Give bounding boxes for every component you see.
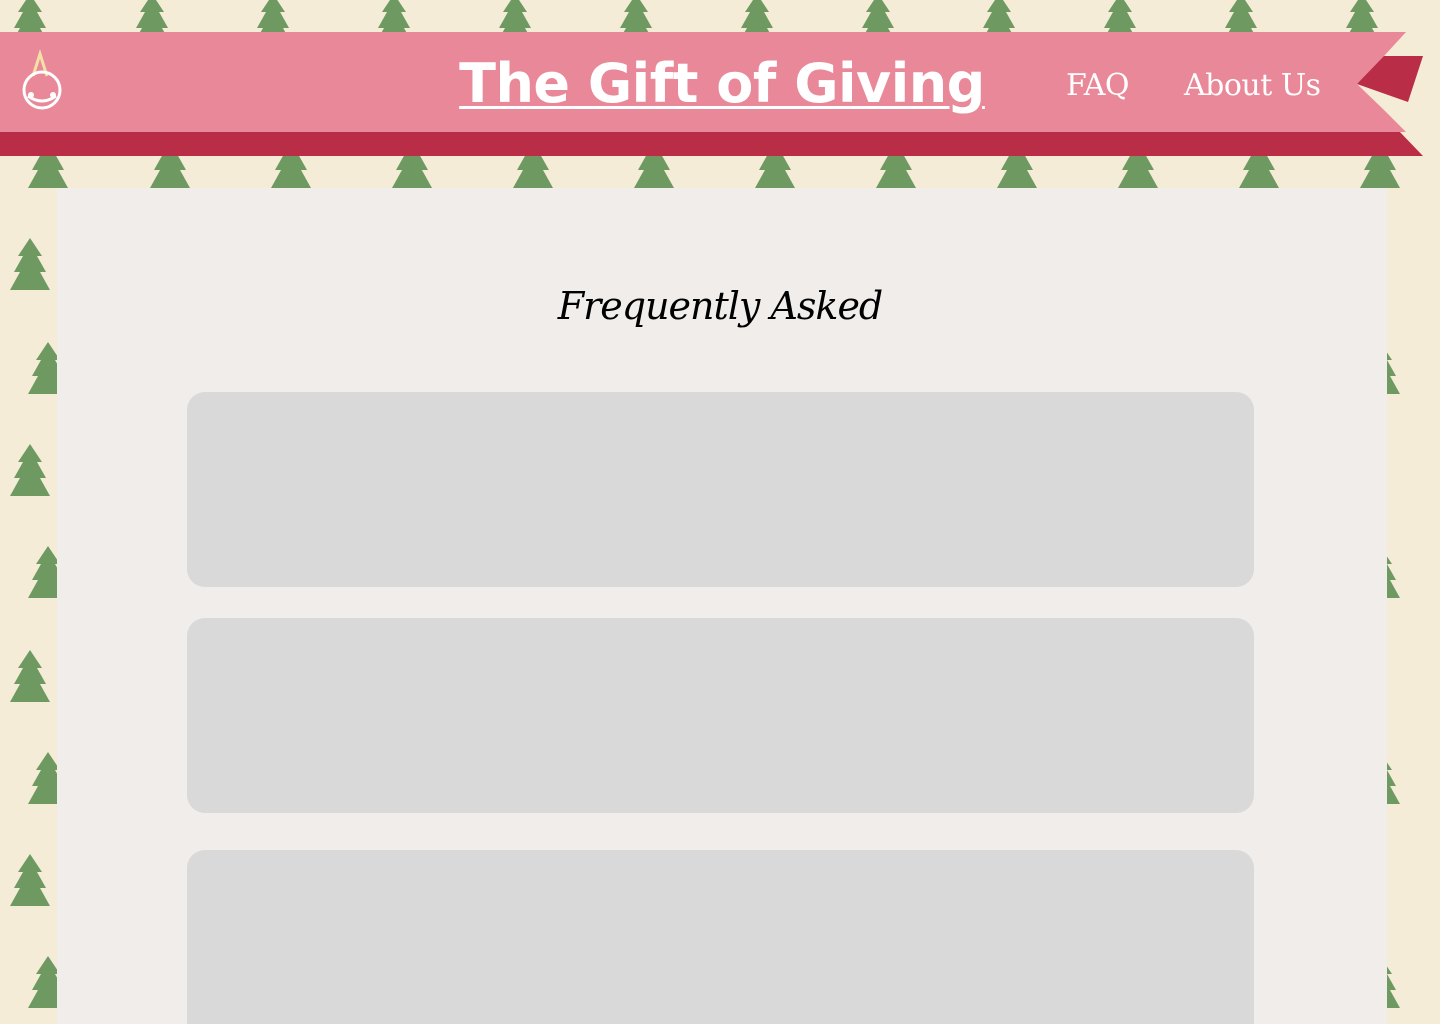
faq-card[interactable] [187,618,1254,813]
site-title[interactable]: The Gift of Giving [452,52,992,116]
faq-card[interactable] [187,392,1254,587]
faq-card[interactable] [187,850,1254,1024]
nav-link-about-us[interactable]: About Us [1184,64,1324,108]
tree-icon [10,650,50,702]
faq-heading: Frequently Asked [557,284,884,328]
tree-icon [10,854,50,906]
tree-icon [10,444,50,496]
nav-link-faq[interactable]: FAQ [1066,64,1136,108]
gift-bag-icon[interactable] [18,48,68,112]
